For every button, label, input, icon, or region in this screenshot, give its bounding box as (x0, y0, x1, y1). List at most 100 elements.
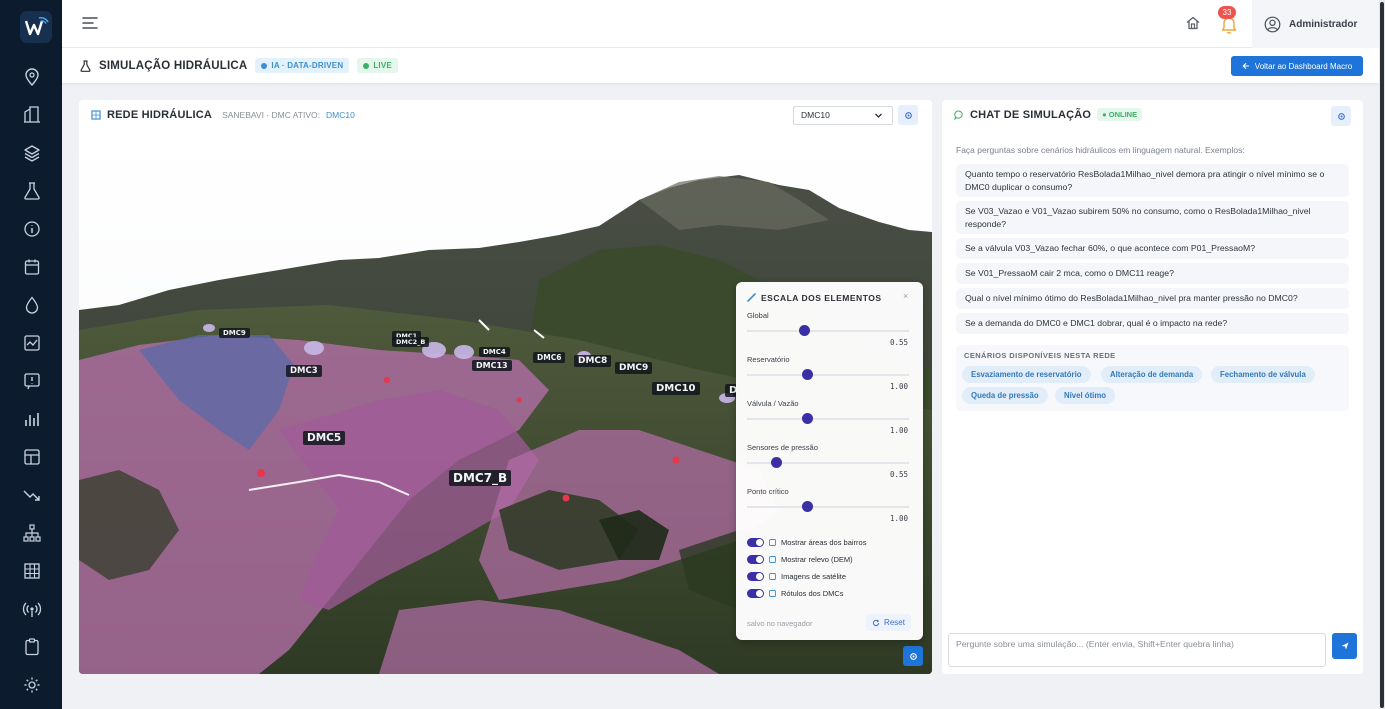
scenario-chip[interactable]: Nível ótimo (1055, 387, 1116, 404)
slider-handle[interactable] (801, 413, 813, 424)
user-menu[interactable]: Administrador (1252, 0, 1385, 48)
user-avatar-icon (1264, 16, 1281, 32)
map-pin-icon (25, 68, 39, 87)
simulation-chat-panel: CHAT DE SIMULAÇÃO ● ONLINE Faça pergunta… (942, 100, 1363, 674)
suggestion-prompt[interactable]: Quanto tempo o reservatório ResBolada1Mi… (956, 164, 1349, 198)
toggle-label: Imagens de satélite (781, 572, 847, 581)
suggestion-prompt[interactable]: Qual o nível mínimo ótimo do ResBolada1M… (956, 288, 1349, 309)
dmc-map-label[interactable]: DMC7_B (449, 470, 512, 486)
dmc-map-label[interactable]: DMC13 (472, 360, 512, 371)
slider-track[interactable] (747, 330, 909, 332)
chat-input[interactable] (948, 633, 1326, 667)
layers-icon (24, 145, 40, 162)
slider-label: Sensores de pressão (747, 443, 818, 452)
send-button[interactable] (1332, 633, 1357, 659)
sidebar-item-info[interactable] (22, 219, 42, 239)
toggle-switch[interactable] (747, 572, 764, 581)
suggestion-prompt[interactable]: Se V01_PressaoM cair 2 mca, como o DMC11… (956, 263, 1349, 284)
bar-chart-icon (25, 413, 39, 426)
sidebar-item-buildings[interactable] (22, 105, 42, 125)
suggestion-prompt[interactable]: Se V03_Vazao e V01_Vazao subirem 50% no … (956, 201, 1349, 235)
droplet-icon (25, 296, 39, 314)
sidebar-item-signal[interactable] (22, 599, 42, 619)
toggle-switch[interactable] (747, 555, 764, 564)
sidebar-item-trending-down[interactable] (22, 485, 42, 505)
scenario-chip[interactable]: Fechamento de válvula (1211, 366, 1315, 383)
slider-handle[interactable] (801, 369, 813, 380)
flask-icon (80, 59, 91, 72)
toggle-row[interactable]: Mostrar áreas dos bairros (747, 538, 866, 547)
dmc-map-label[interactable]: DMC9 (615, 362, 653, 374)
flask-icon (24, 182, 40, 200)
reset-label: Reset (884, 618, 905, 627)
slider-track[interactable] (747, 506, 909, 508)
sidebar-item-bar-chart[interactable] (22, 409, 42, 429)
map-title: REDE HIDRÁULICA (107, 109, 213, 121)
sidebar-item-clipboard[interactable] (22, 637, 42, 657)
sidebar-item-settings[interactable] (22, 675, 42, 695)
toggle-row[interactable]: Mostrar relevo (DEM) (747, 555, 853, 564)
slider-handle[interactable] (801, 501, 813, 512)
app-logo[interactable] (19, 10, 53, 44)
slider-value: 0.55 (889, 338, 908, 347)
sidebar-item-activity[interactable] (22, 333, 42, 353)
grid-icon (769, 539, 776, 546)
sidebar-item-network[interactable] (22, 523, 42, 543)
signal-icon (22, 602, 42, 617)
reset-button[interactable]: Reset (866, 614, 911, 631)
dmc-select[interactable]: DMC10 (793, 106, 893, 125)
online-status-badge: ● ONLINE (1097, 108, 1143, 121)
dmc-map-label[interactable]: DMC5 (303, 431, 346, 445)
sidebar-item-map-pin[interactable] (22, 67, 42, 87)
ia-badge: IA · DATA-DRIVEN (255, 58, 350, 73)
network-icon (91, 110, 101, 120)
chat-settings-button[interactable] (1331, 106, 1351, 126)
scale-panel-title: ESCALA DOS ELEMENTOS (761, 293, 882, 303)
scenario-chip[interactable]: Alteração de demanda (1101, 366, 1203, 383)
sidebar-item-alert[interactable] (22, 371, 42, 391)
slider-handle[interactable] (771, 457, 783, 468)
suggestion-prompt[interactable]: Se a demanda do DMC0 e DMC1 dobrar, qual… (956, 313, 1349, 334)
dmc-map-label[interactable]: DMC8 (574, 355, 612, 367)
slider-track[interactable] (747, 418, 909, 420)
scenario-chip[interactable]: Esvaziamento de reservatório (962, 366, 1091, 383)
map-settings-button[interactable] (898, 105, 918, 125)
close-icon[interactable]: × (903, 291, 908, 301)
scenario-chip[interactable]: Queda de pressão (962, 387, 1048, 404)
dmc-map-label[interactable]: DMC2_B (392, 337, 430, 347)
sidebar-item-flask[interactable] (22, 181, 42, 201)
toggle-switch[interactable] (747, 589, 764, 598)
slider-label: Global (747, 311, 769, 320)
dmc-map-label[interactable]: DMC6 (533, 352, 566, 363)
toggle-switch[interactable] (747, 538, 764, 547)
dmc-map-label[interactable]: DMC10 (652, 382, 700, 395)
dmc-map-label[interactable]: DMC9 (219, 328, 250, 338)
page-scrollbar-thumb[interactable] (1380, 2, 1384, 708)
suggestion-prompt[interactable]: Se a válvula V03_Vazao fechar 60%, o que… (956, 238, 1349, 259)
toggle-row[interactable]: Rótulos dos DMCs (747, 589, 844, 598)
slider-track[interactable] (747, 374, 909, 376)
dmc-map-label[interactable]: DMC4 (479, 347, 510, 357)
sidebar-item-droplet[interactable] (22, 295, 42, 315)
toggle-row[interactable]: Imagens de satélite (747, 572, 846, 581)
home-icon[interactable] (1185, 15, 1201, 31)
dmc-map-label[interactable]: DMC3 (286, 365, 322, 377)
buildings-icon (24, 106, 40, 123)
gear-icon (1337, 112, 1345, 120)
mountain-icon (769, 556, 776, 563)
layout-icon (24, 449, 40, 465)
back-to-dashboard-button[interactable]: Voltar ao Dashboard Macro (1231, 56, 1363, 76)
page-header: SIMULAÇÃO HIDRÁULICA IA · DATA-DRIVEN LI… (62, 48, 1385, 84)
sidebar-item-grid[interactable] (22, 561, 42, 581)
chat-title: CHAT DE SIMULAÇÃO (970, 108, 1092, 121)
sidebar-item-calendar[interactable] (22, 257, 42, 277)
info-icon (24, 221, 40, 237)
map-layers-button[interactable] (903, 646, 923, 666)
sidebar-item-layers[interactable] (22, 143, 42, 163)
alert-icon (24, 373, 40, 390)
menu-toggle-icon[interactable] (81, 14, 99, 32)
slider-handle[interactable] (798, 325, 810, 336)
live-badge: LIVE (357, 58, 398, 73)
active-dmc: DMC10 (326, 110, 355, 120)
sidebar-item-layout[interactable] (22, 447, 42, 467)
